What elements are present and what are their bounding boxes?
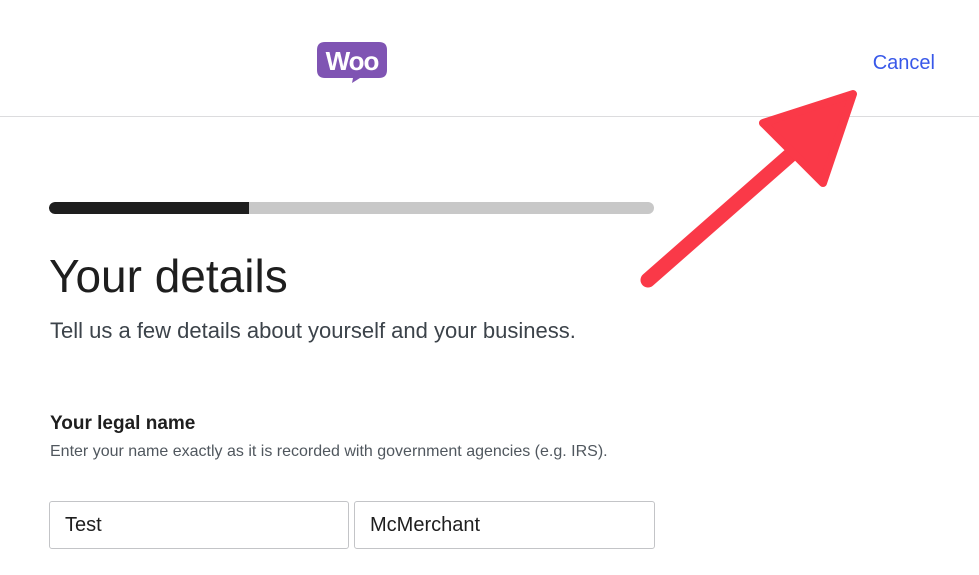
last-name-input[interactable] xyxy=(354,501,655,549)
legal-name-help: Enter your name exactly as it is recorde… xyxy=(50,443,608,460)
progress-bar xyxy=(49,202,654,214)
woo-logo-icon: Woo xyxy=(317,42,387,83)
cancel-button[interactable]: Cancel xyxy=(873,52,935,75)
progress-bar-fill xyxy=(49,202,249,214)
legal-name-label: Your legal name xyxy=(50,413,196,434)
page-subtitle: Tell us a few details about yourself and… xyxy=(50,318,576,343)
logo-text: Woo xyxy=(326,46,379,76)
first-name-input[interactable] xyxy=(49,501,349,549)
top-bar: Woo Cancel xyxy=(0,0,979,117)
page-title: Your details xyxy=(49,250,288,302)
